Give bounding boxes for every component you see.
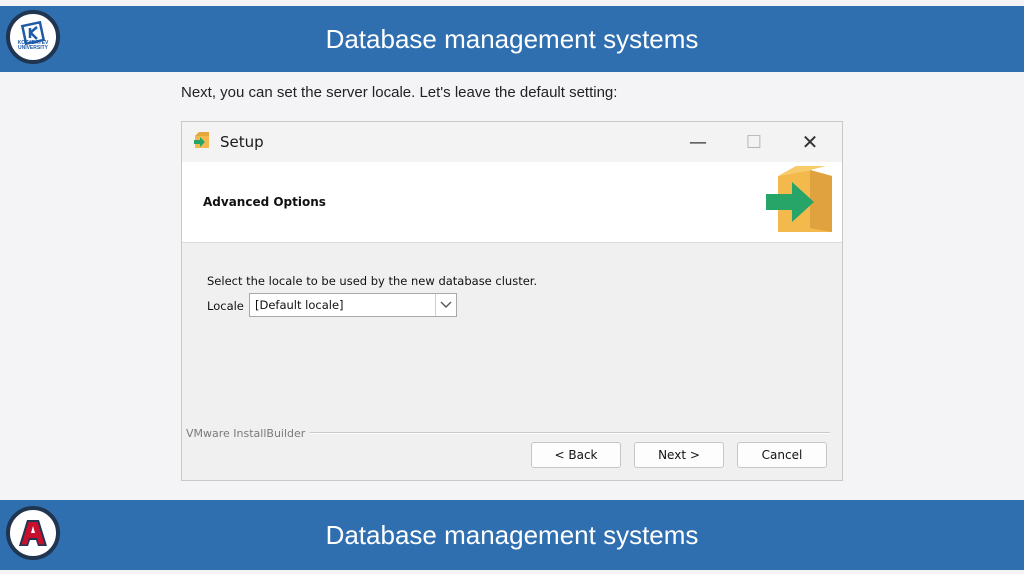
footer-title: Database management systems (325, 519, 699, 550)
header-panel: Advanced Options (182, 162, 842, 243)
page-title: Advanced Options (203, 195, 326, 209)
back-button[interactable]: < Back (531, 442, 621, 468)
window-title: Setup (220, 133, 264, 151)
installbuilder-brand: VMware InstallBuilder (186, 427, 306, 440)
cancel-button[interactable]: Cancel (737, 442, 827, 468)
minimize-button[interactable]: — (670, 122, 726, 162)
close-button[interactable]: ✕ (782, 122, 838, 162)
university-logo: KOZYBAYEV UNIVERSITY (6, 10, 60, 64)
locale-selected-value: [Default locale] (255, 298, 344, 312)
block-a-icon (19, 520, 47, 546)
intro-text: Next, you can set the server locale. Let… (181, 84, 618, 101)
top-banner: Database management systems (0, 6, 1024, 72)
instruction-text: Select the locale to be used by the new … (207, 274, 538, 288)
title-bar[interactable]: Setup — ☐ ✕ (182, 122, 842, 162)
maximize-button[interactable]: ☐ (726, 122, 782, 162)
locale-dropdown[interactable]: [Default locale] (249, 293, 457, 317)
bottom-banner: Database management systems (0, 500, 1024, 570)
box-arrow-icon (766, 166, 842, 240)
arizona-logo (6, 506, 60, 560)
slide-title: Database management systems (325, 23, 699, 54)
chevron-down-icon[interactable] (435, 294, 456, 316)
university-logo-text: KOZYBAYEV UNIVERSITY (17, 40, 49, 51)
footer-divider (310, 432, 830, 434)
installer-box-icon (192, 131, 212, 155)
locale-label: Locale (207, 299, 244, 313)
next-button[interactable]: Next > (634, 442, 724, 468)
setup-dialog: Setup — ☐ ✕ Advanced Options Select the … (181, 121, 843, 481)
